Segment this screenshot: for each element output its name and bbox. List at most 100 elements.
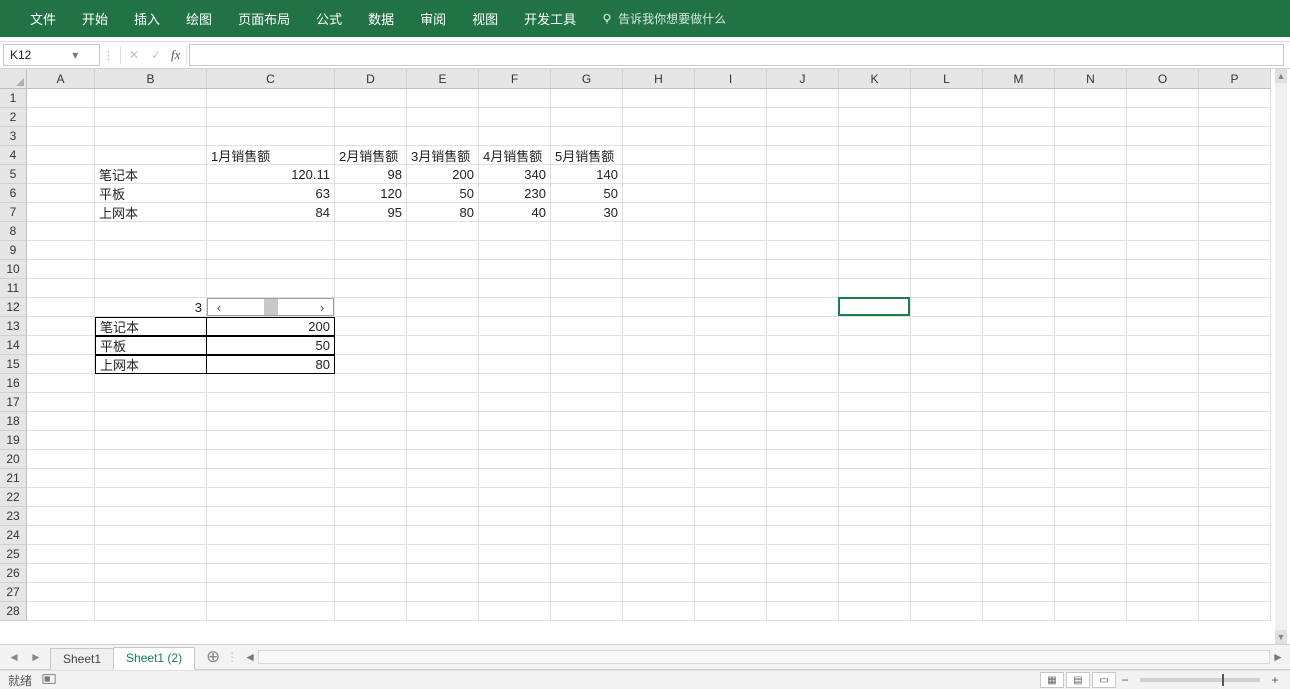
cell-C27[interactable]	[207, 583, 335, 602]
cell-H25[interactable]	[623, 545, 695, 564]
cell-K3[interactable]	[839, 127, 911, 146]
cell-P22[interactable]	[1199, 488, 1271, 507]
cell-E18[interactable]	[407, 412, 479, 431]
cell-L27[interactable]	[911, 583, 983, 602]
cell-F11[interactable]	[479, 279, 551, 298]
cell-M14[interactable]	[983, 336, 1055, 355]
cell-G5[interactable]: 140	[551, 165, 623, 184]
cell-I26[interactable]	[695, 564, 767, 583]
cell-L3[interactable]	[911, 127, 983, 146]
cell-I7[interactable]	[695, 203, 767, 222]
cell-G18[interactable]	[551, 412, 623, 431]
cell-J19[interactable]	[767, 431, 839, 450]
cell-O8[interactable]	[1127, 222, 1199, 241]
cell-L16[interactable]	[911, 374, 983, 393]
cell-O14[interactable]	[1127, 336, 1199, 355]
cell-D2[interactable]	[335, 108, 407, 127]
cell-L10[interactable]	[911, 260, 983, 279]
column-header-K[interactable]: K	[839, 69, 911, 89]
cell-F22[interactable]	[479, 488, 551, 507]
cell-H15[interactable]	[623, 355, 695, 374]
cell-H12[interactable]	[623, 298, 695, 317]
cell-N21[interactable]	[1055, 469, 1127, 488]
cell-A15[interactable]	[27, 355, 95, 374]
cell-C5[interactable]: 120.11	[207, 165, 335, 184]
cell-D17[interactable]	[335, 393, 407, 412]
cell-E22[interactable]	[407, 488, 479, 507]
cell-L15[interactable]	[911, 355, 983, 374]
cell-C24[interactable]	[207, 526, 335, 545]
cell-D4[interactable]: 2月销售额	[335, 146, 407, 165]
column-header-I[interactable]: I	[695, 69, 767, 89]
cell-I16[interactable]	[695, 374, 767, 393]
cell-P17[interactable]	[1199, 393, 1271, 412]
cell-F26[interactable]	[479, 564, 551, 583]
cell-H6[interactable]	[623, 184, 695, 203]
cell-K13[interactable]	[839, 317, 911, 336]
cell-A19[interactable]	[27, 431, 95, 450]
cell-M5[interactable]	[983, 165, 1055, 184]
cell-B2[interactable]	[95, 108, 207, 127]
cell-M12[interactable]	[983, 298, 1055, 317]
cell-E1[interactable]	[407, 89, 479, 108]
cell-N8[interactable]	[1055, 222, 1127, 241]
column-header-B[interactable]: B	[95, 69, 207, 89]
cell-L1[interactable]	[911, 89, 983, 108]
cell-B22[interactable]	[95, 488, 207, 507]
scroll-up-icon[interactable]: ▲	[1275, 69, 1287, 83]
cell-F18[interactable]	[479, 412, 551, 431]
cell-B24[interactable]	[95, 526, 207, 545]
cell-F20[interactable]	[479, 450, 551, 469]
scrollbar-form-control[interactable]: ‹›	[207, 298, 334, 316]
cell-M10[interactable]	[983, 260, 1055, 279]
cell-H7[interactable]	[623, 203, 695, 222]
cell-N19[interactable]	[1055, 431, 1127, 450]
cell-O26[interactable]	[1127, 564, 1199, 583]
cell-C23[interactable]	[207, 507, 335, 526]
cell-G22[interactable]	[551, 488, 623, 507]
cell-A5[interactable]	[27, 165, 95, 184]
row-header-4[interactable]: 4	[0, 146, 27, 165]
cell-D25[interactable]	[335, 545, 407, 564]
cell-G2[interactable]	[551, 108, 623, 127]
cell-L12[interactable]	[911, 298, 983, 317]
cell-M19[interactable]	[983, 431, 1055, 450]
cell-E23[interactable]	[407, 507, 479, 526]
cell-L26[interactable]	[911, 564, 983, 583]
cell-F4[interactable]: 4月销售额	[479, 146, 551, 165]
cell-H13[interactable]	[623, 317, 695, 336]
cell-D27[interactable]	[335, 583, 407, 602]
ribbon-tab-dev[interactable]: 开发工具	[512, 3, 588, 34]
cell-M9[interactable]	[983, 241, 1055, 260]
cell-G6[interactable]: 50	[551, 184, 623, 203]
cell-N23[interactable]	[1055, 507, 1127, 526]
cell-E12[interactable]	[407, 298, 479, 317]
cell-D1[interactable]	[335, 89, 407, 108]
cell-D7[interactable]: 95	[335, 203, 407, 222]
cell-K10[interactable]	[839, 260, 911, 279]
cell-O12[interactable]	[1127, 298, 1199, 317]
cell-J11[interactable]	[767, 279, 839, 298]
cell-A8[interactable]	[27, 222, 95, 241]
cell-B5[interactable]: 笔记本	[95, 165, 207, 184]
cell-H27[interactable]	[623, 583, 695, 602]
column-header-H[interactable]: H	[623, 69, 695, 89]
cell-D20[interactable]	[335, 450, 407, 469]
cell-F2[interactable]	[479, 108, 551, 127]
cell-G8[interactable]	[551, 222, 623, 241]
cell-K21[interactable]	[839, 469, 911, 488]
cell-A23[interactable]	[27, 507, 95, 526]
cell-F9[interactable]	[479, 241, 551, 260]
cell-F28[interactable]	[479, 602, 551, 621]
cell-E19[interactable]	[407, 431, 479, 450]
cell-A2[interactable]	[27, 108, 95, 127]
cell-M18[interactable]	[983, 412, 1055, 431]
cell-M11[interactable]	[983, 279, 1055, 298]
cell-C21[interactable]	[207, 469, 335, 488]
cell-A20[interactable]	[27, 450, 95, 469]
cell-K17[interactable]	[839, 393, 911, 412]
cell-C1[interactable]	[207, 89, 335, 108]
cell-C20[interactable]	[207, 450, 335, 469]
cell-N15[interactable]	[1055, 355, 1127, 374]
cell-F19[interactable]	[479, 431, 551, 450]
